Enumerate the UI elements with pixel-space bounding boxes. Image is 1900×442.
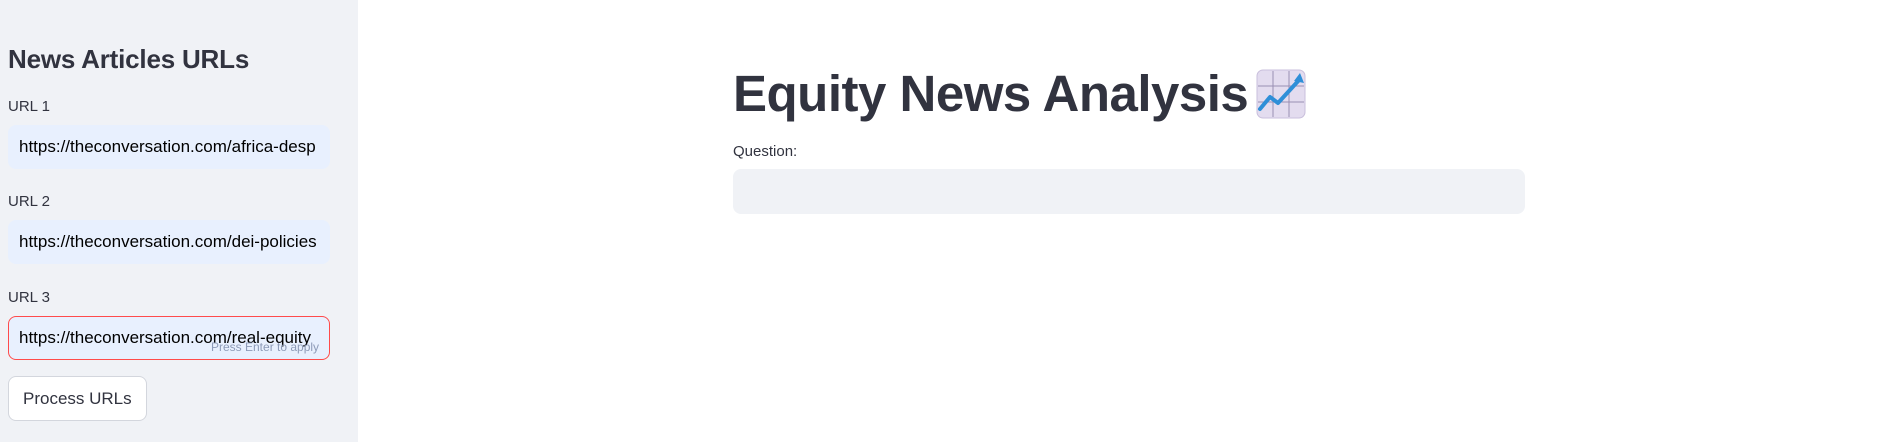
process-urls-button[interactable]: Process URLs xyxy=(8,376,147,421)
press-enter-hint: Press Enter to apply xyxy=(211,340,320,354)
question-label: Question: xyxy=(733,143,798,160)
sidebar: News Articles URLs URL 1 URL 2 URL 3 Pre… xyxy=(0,0,358,442)
url-2-label: URL 2 xyxy=(8,193,50,210)
url-3-label: URL 3 xyxy=(8,289,50,306)
url-1-input[interactable] xyxy=(8,125,330,169)
sidebar-title: News Articles URLs xyxy=(8,44,250,74)
question-input[interactable] xyxy=(733,169,1525,214)
chart-increasing-icon xyxy=(1256,69,1306,119)
page-title: Equity News Analysis xyxy=(733,65,1249,122)
url-1-label: URL 1 xyxy=(8,98,50,115)
url-2-input[interactable] xyxy=(8,220,330,264)
app-root: News Articles URLs URL 1 URL 2 URL 3 Pre… xyxy=(0,0,1900,442)
title-row: Equity News Analysis xyxy=(733,64,1306,123)
